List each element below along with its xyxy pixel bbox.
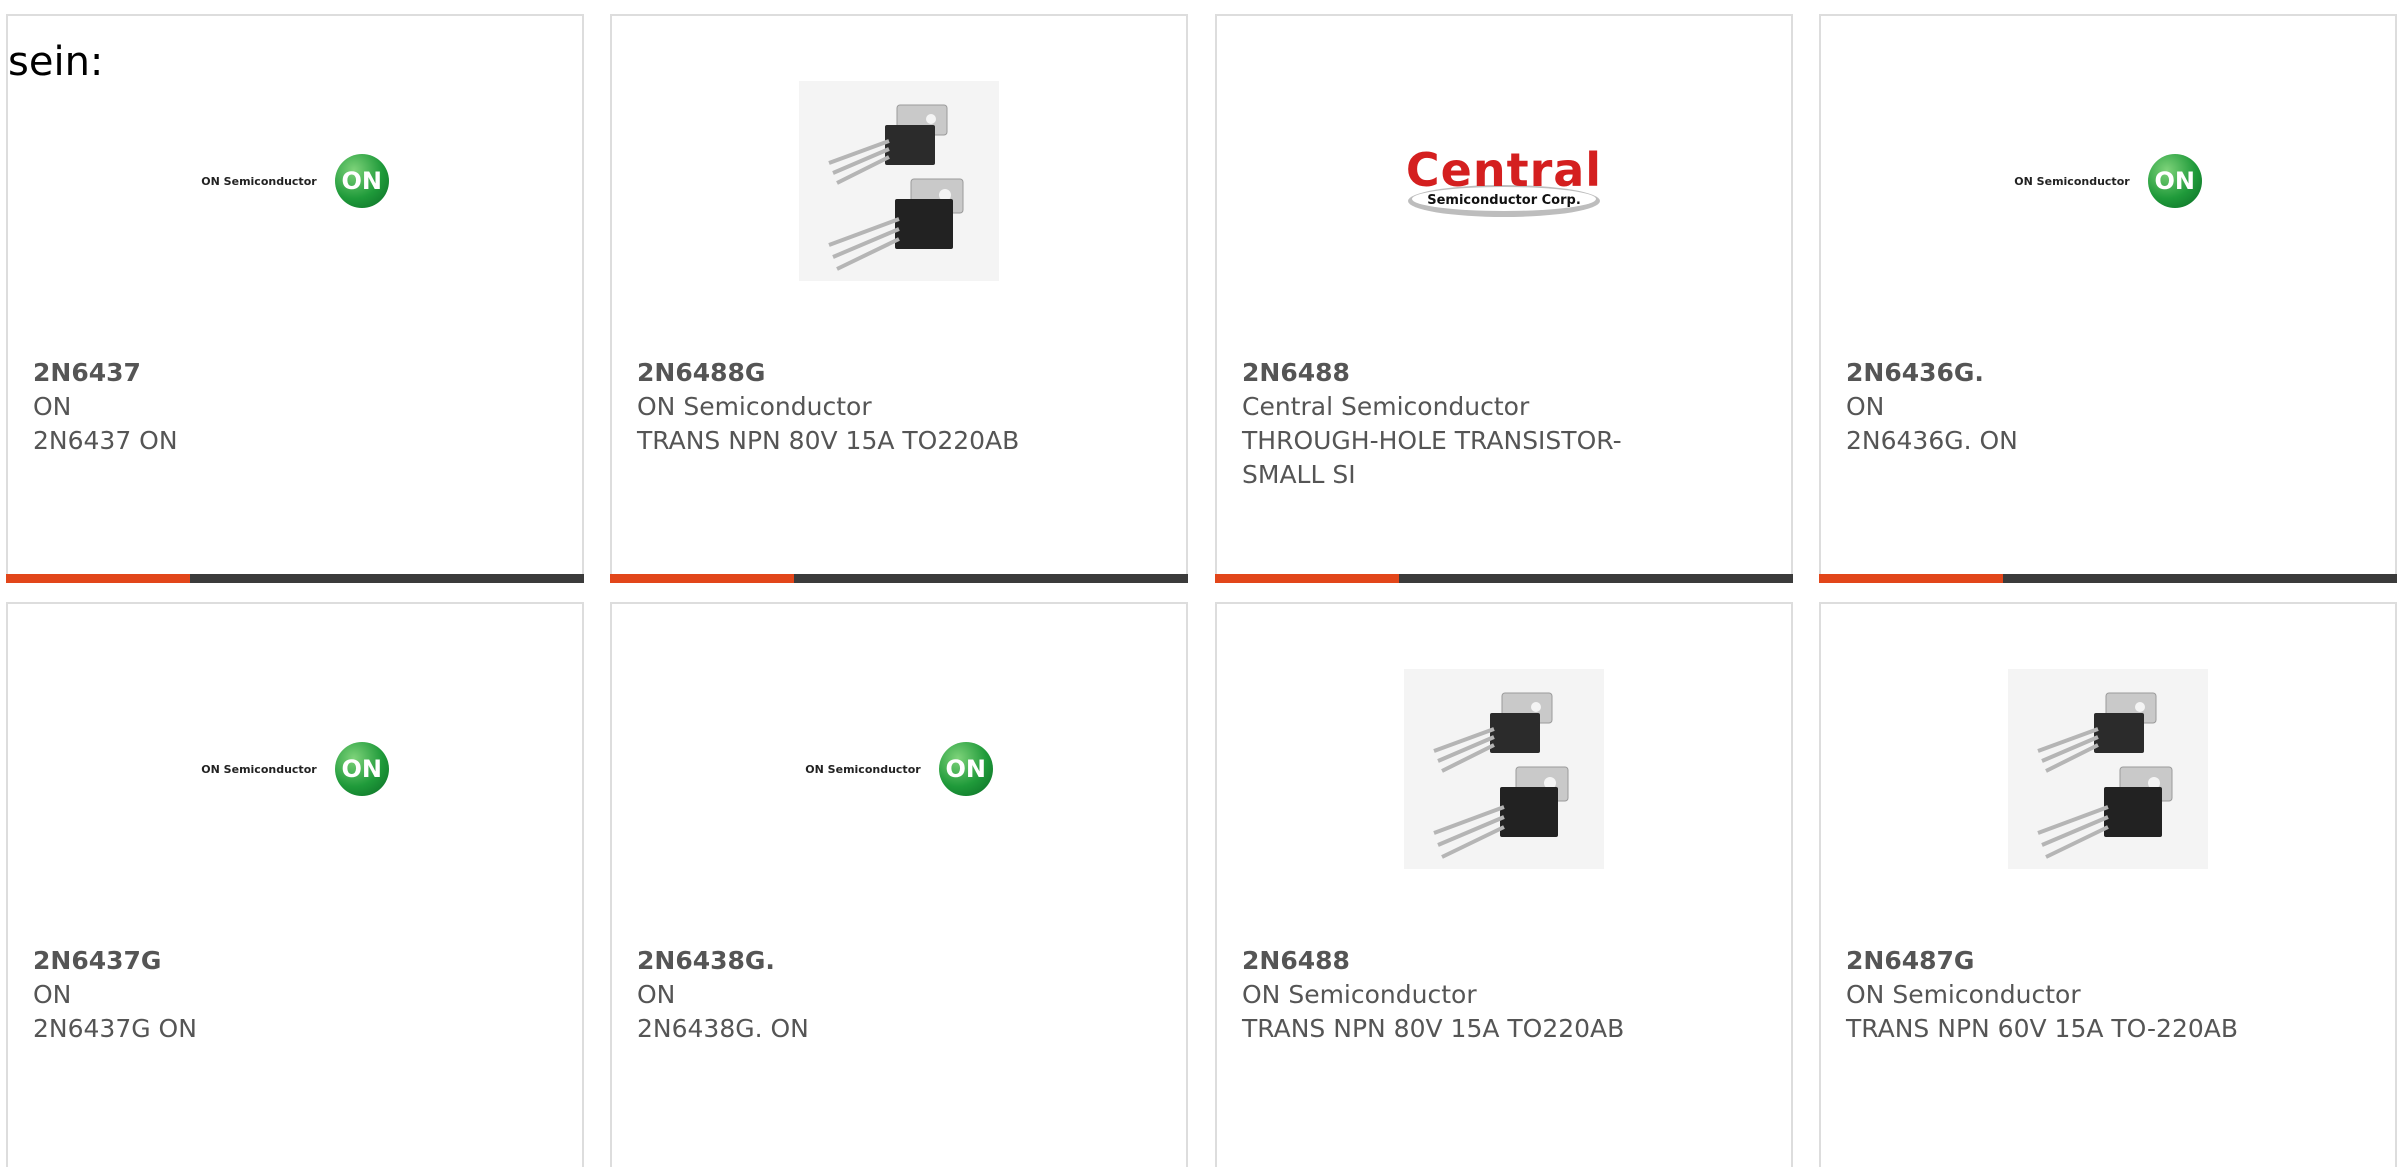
to220-transistor-photo <box>2008 669 2208 869</box>
part-number[interactable]: 2N6488 <box>1242 356 1771 390</box>
on-semiconductor-logo: ON Semiconductor ON <box>805 742 993 796</box>
card-accent-bar <box>1215 574 1793 583</box>
part-number[interactable]: 2N6488 <box>1242 944 1771 978</box>
manufacturer: ON <box>33 980 72 1009</box>
on-badge-icon: ON <box>334 154 389 208</box>
manufacturer: ON Semiconductor <box>1242 980 1477 1009</box>
manufacturer: ON <box>33 392 72 421</box>
product-image <box>1217 654 1791 884</box>
manufacturer: ON Semiconductor <box>637 392 872 421</box>
description: 2N6438G. ON <box>637 1014 809 1043</box>
card-accent-bar <box>1819 574 2397 583</box>
product-card[interactable]: ON Semiconductor ON 2N6438G. ON 2N6438G.… <box>610 602 1188 1167</box>
on-badge-icon: ON <box>334 742 389 796</box>
product-image: Central Semiconductor Corp. <box>1217 66 1791 296</box>
product-card[interactable]: Central Semiconductor Corp. 2N6488 Centr… <box>1215 14 1793 583</box>
part-number[interactable]: 2N6437G <box>33 944 562 978</box>
description: TRANS NPN 60V 15A TO-220AB <box>1846 1014 2239 1043</box>
manufacturer: ON Semiconductor <box>1846 980 2081 1009</box>
on-badge-icon: ON <box>938 742 993 796</box>
manufacturer: Central Semiconductor <box>1242 392 1530 421</box>
product-image <box>612 66 1186 296</box>
intro-text: sein: <box>8 39 104 85</box>
description: 2N6436G. ON <box>1846 426 2018 455</box>
to220-transistor-photo <box>1404 669 1604 869</box>
part-number[interactable]: 2N6437 <box>33 356 562 390</box>
product-card[interactable]: ON Semiconductor ON 2N6437 ON 2N6437 ON <box>6 14 584 583</box>
product-card[interactable]: ON Semiconductor ON 2N6437G ON 2N6437G O… <box>6 602 584 1167</box>
product-image: ON Semiconductor ON <box>8 66 582 296</box>
product-image: ON Semiconductor ON <box>612 654 1186 884</box>
manufacturer: ON <box>637 980 676 1009</box>
product-image: ON Semiconductor ON <box>1821 66 2395 296</box>
description: 2N6437G ON <box>33 1014 197 1043</box>
product-card[interactable]: ON Semiconductor ON 2N6436G. ON 2N6436G.… <box>1819 14 2397 583</box>
on-badge-icon: ON <box>2147 154 2202 208</box>
description: TRANS NPN 80V 15A TO220AB <box>1242 1014 1625 1043</box>
card-accent-bar <box>6 574 584 583</box>
description: 2N6437 ON <box>33 426 178 455</box>
product-image <box>1821 654 2395 884</box>
description: THROUGH-HOLE TRANSISTOR-SMALL SI <box>1242 426 1622 489</box>
product-card[interactable]: 2N6488 ON Semiconductor TRANS NPN 80V 15… <box>1215 602 1793 1167</box>
part-number[interactable]: 2N6488G <box>637 356 1166 390</box>
product-card[interactable]: 2N6487G ON Semiconductor TRANS NPN 60V 1… <box>1819 602 2397 1167</box>
product-grid-page: sein: ON Semiconductor ON 2N6437 ON 2N64… <box>0 0 2400 1167</box>
part-number[interactable]: 2N6438G. <box>637 944 1166 978</box>
on-semiconductor-logo: ON Semiconductor ON <box>201 154 389 208</box>
card-accent-bar <box>610 574 1188 583</box>
part-number[interactable]: 2N6436G. <box>1846 356 2375 390</box>
part-number[interactable]: 2N6487G <box>1846 944 2375 978</box>
product-card[interactable]: 2N6488G ON Semiconductor TRANS NPN 80V 1… <box>610 14 1188 583</box>
description: TRANS NPN 80V 15A TO220AB <box>637 426 1020 455</box>
on-semiconductor-logo: ON Semiconductor ON <box>2014 154 2202 208</box>
on-semiconductor-logo: ON Semiconductor ON <box>201 742 389 796</box>
product-image: ON Semiconductor ON <box>8 654 582 884</box>
central-semiconductor-logo: Central Semiconductor Corp. <box>1404 141 1604 221</box>
to220-transistor-photo <box>799 81 999 281</box>
manufacturer: ON <box>1846 392 1885 421</box>
